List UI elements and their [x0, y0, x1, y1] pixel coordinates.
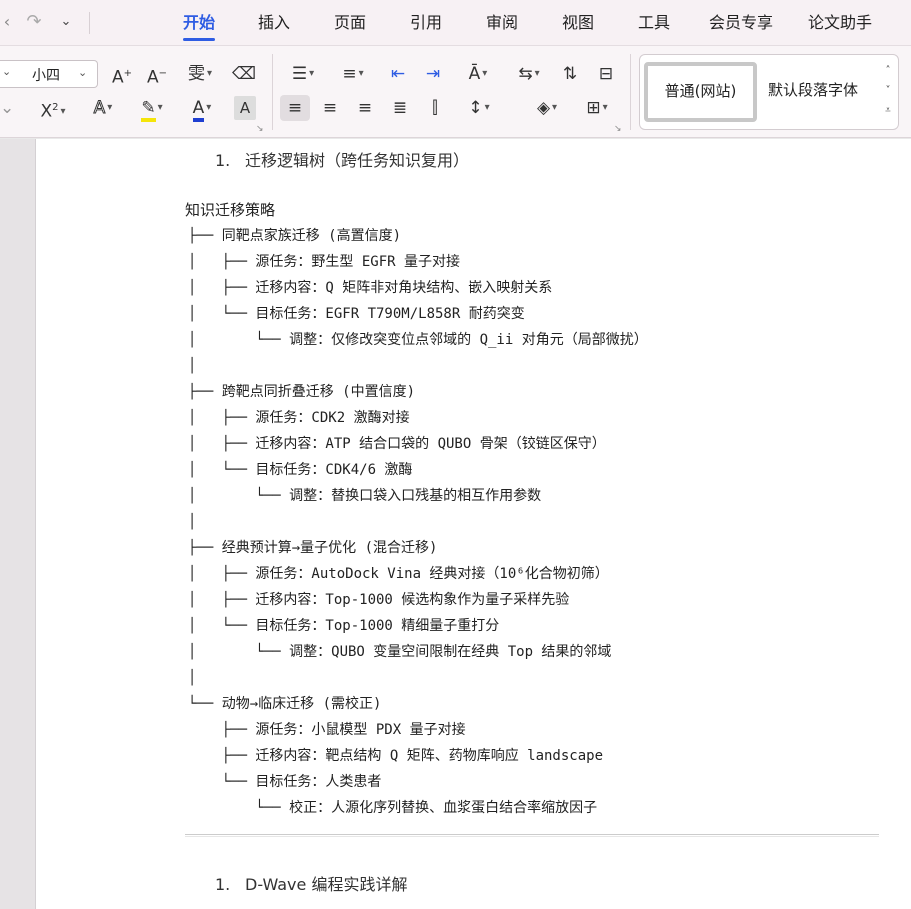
- tree-line: └── 目标任务：人类患者: [188, 774, 382, 790]
- style-normal-web[interactable]: 普通(网站): [644, 62, 757, 122]
- tree-line: └── 动物→临床迁移 (需校正): [188, 696, 382, 712]
- distributed-icon[interactable]: ⫿: [423, 96, 447, 120]
- font-size-select[interactable]: ⌄ 小四 ⌄: [0, 60, 98, 88]
- redo-icon[interactable]: ↷: [22, 10, 46, 34]
- heading-text: D-Wave 编程实践详解: [245, 875, 408, 894]
- chevron-up-icon[interactable]: ˄: [881, 61, 895, 81]
- line-spacing-icon[interactable]: ↕ ▾: [460, 96, 498, 120]
- paragraph-dialog-launcher-icon[interactable]: ↘: [614, 124, 622, 134]
- tree-line: │: [188, 514, 197, 530]
- tab-insert[interactable]: 插入: [258, 11, 290, 35]
- sort-icon[interactable]: ⇅: [558, 62, 582, 86]
- tree-line: │ └── 调整：QUBO 变量空间限制在经典 Top 结果的邻域: [188, 644, 612, 660]
- align-center-icon[interactable]: ≡: [318, 96, 342, 120]
- tab-member[interactable]: 会员专享: [709, 11, 773, 35]
- tree-line: └── 校正：人源化序列替换、血浆蛋白结合率缩放因子: [188, 800, 598, 816]
- chevron-down-icon[interactable]: ⌄: [56, 10, 76, 34]
- gallery-scroll[interactable]: ˄ ˅ ⩡: [881, 61, 895, 121]
- tab-review[interactable]: 审阅: [486, 11, 518, 35]
- tree-line: │ └── 调整：仅修改突变位点邻域的 Q_ii 对角元（局部微扰）: [188, 332, 648, 348]
- horizontal-rule: [185, 834, 879, 837]
- tree-line: ├── 跨靶点同折叠迁移 (中置信度): [188, 384, 416, 400]
- tree-line: │ └── 目标任务：Top-1000 精细量子重打分: [188, 618, 500, 634]
- tree-line: │ ├── 迁移内容：Top-1000 候选构象作为量子采样先验: [188, 592, 570, 608]
- clear-format-icon[interactable]: ⌫: [232, 62, 256, 86]
- tree-line: ├── 经典预计算→量子优化 (混合迁移): [188, 540, 438, 556]
- active-tab-indicator: [183, 38, 215, 41]
- decrease-font-size-icon[interactable]: A−: [145, 62, 169, 88]
- style-gallery: 普通(网站) 默认段落字体 ˄ ˅ ⩡: [639, 54, 899, 130]
- superscript-icon[interactable]: X2 ▾: [34, 96, 72, 122]
- borders-icon[interactable]: ⊞ ▾: [578, 96, 616, 120]
- align-right-icon[interactable]: ≡: [353, 96, 377, 120]
- tree-line: │ └── 目标任务：EGFR T790M/L858R 耐药突变: [188, 306, 525, 322]
- font-color-icon[interactable]: A ▾: [183, 96, 221, 122]
- align-left-icon[interactable]: ≡: [283, 96, 307, 120]
- font-dialog-launcher-icon[interactable]: ↘: [256, 124, 264, 134]
- justify-icon[interactable]: ≣: [388, 96, 412, 120]
- tab-references[interactable]: 引用: [410, 11, 442, 35]
- style-normal-web-label: 普通(网站): [664, 82, 737, 100]
- menu-bar: ‹ ↷ ⌄ 开始 插入 页面 引用 审阅 视图 工具 会员专享 论文助手: [0, 0, 911, 46]
- numbered-list-icon[interactable]: ≡ ▾: [334, 62, 372, 86]
- shading-icon[interactable]: ◈ ▾: [528, 96, 566, 120]
- tree-title: 知识迁移策略: [185, 201, 276, 219]
- decrease-indent-icon[interactable]: ⇤: [386, 62, 410, 86]
- section-heading: 1. 迁移逻辑树（跨任务知识复用）: [215, 149, 469, 173]
- tab-tools[interactable]: 工具: [638, 11, 670, 35]
- tree-line: │ ├── 源任务：AutoDock Vina 经典对接（10⁶化合物初筛）: [188, 566, 609, 582]
- chevron-down-icon: ⌄: [2, 65, 12, 78]
- heading-number: 1.: [215, 875, 231, 894]
- section-heading: 1. D-Wave 编程实践详解: [215, 873, 407, 897]
- document-page[interactable]: 1. 迁移逻辑树（跨任务知识复用） 知识迁移策略 ├── 同靶点家族迁移 (高置信…: [36, 139, 911, 909]
- gallery-expand-icon[interactable]: ⩡: [881, 101, 895, 121]
- increase-font-size-icon[interactable]: A+: [110, 62, 134, 88]
- tree-line: │ ├── 源任务：野生型 EGFR 量子对接: [188, 254, 461, 270]
- line-break-icon[interactable]: ⇆ ▾: [510, 62, 548, 86]
- heading-number: 1.: [215, 151, 231, 170]
- tree-line: ├── 同靶点家族迁移 (高置信度): [188, 228, 402, 244]
- menu-separator: [89, 12, 90, 34]
- bullet-list-icon[interactable]: ☰ ▾: [284, 62, 322, 86]
- ribbon-toolbar: ⌄ 小四 ⌄ A+ A− 雯 ▾ ⌫ ⌄ X2 ▾ A ▾ ✎ ▾ A ▾ A ↘ ☰ ▾ …: [0, 46, 911, 138]
- tree-line: ├── 迁移内容：靶点结构 Q 矩阵、药物库响应 landscape: [188, 748, 604, 764]
- character-shading-icon[interactable]: A: [234, 96, 256, 120]
- highlight-icon[interactable]: ✎ ▾: [133, 96, 171, 122]
- tab-home[interactable]: 开始: [183, 11, 215, 35]
- phonetic-guide-icon[interactable]: 雯 ▾: [180, 62, 220, 86]
- chevron-down-icon[interactable]: ⌄: [78, 66, 87, 79]
- chevron-down-icon[interactable]: ˅: [881, 81, 895, 101]
- heading-text: 迁移逻辑树（跨任务知识复用）: [245, 151, 470, 170]
- tree-line: │: [188, 670, 197, 686]
- show-marks-icon[interactable]: ⊟: [594, 62, 618, 86]
- text-direction-icon[interactable]: Ā ▾: [458, 62, 498, 86]
- tree-line: │ ├── 迁移内容：ATP 结合口袋的 QUBO 骨架（铰链区保守）: [188, 436, 606, 452]
- chevron-down-icon[interactable]: ⌄: [0, 96, 14, 120]
- quick-access-edge: ‹: [3, 12, 11, 31]
- tree-line: │ └── 目标任务：CDK4/6 激酶: [188, 462, 413, 478]
- tree-line: │ └── 调整：替换口袋入口残基的相互作用参数: [188, 488, 542, 504]
- tab-paper-assistant[interactable]: 论文助手: [808, 11, 872, 35]
- tree-line: ├── 源任务：小鼠模型 PDX 量子对接: [188, 722, 466, 738]
- increase-indent-icon[interactable]: ⇥: [421, 62, 445, 86]
- ribbon-separator: [630, 54, 631, 130]
- style-default-paragraph-font[interactable]: 默认段落字体: [768, 79, 858, 100]
- tab-view[interactable]: 视图: [562, 11, 594, 35]
- tab-page[interactable]: 页面: [334, 11, 366, 35]
- tree-line: │ ├── 源任务：CDK2 激酶对接: [188, 410, 410, 426]
- ribbon-separator: [272, 54, 273, 130]
- tree-line: │ ├── 迁移内容：Q 矩阵非对角块结构、嵌入映射关系: [188, 280, 553, 296]
- font-size-value: 小四: [32, 68, 60, 84]
- text-effect-icon[interactable]: A ▾: [84, 96, 122, 120]
- tree-line: │: [188, 358, 197, 374]
- left-margin-pane: [0, 139, 36, 909]
